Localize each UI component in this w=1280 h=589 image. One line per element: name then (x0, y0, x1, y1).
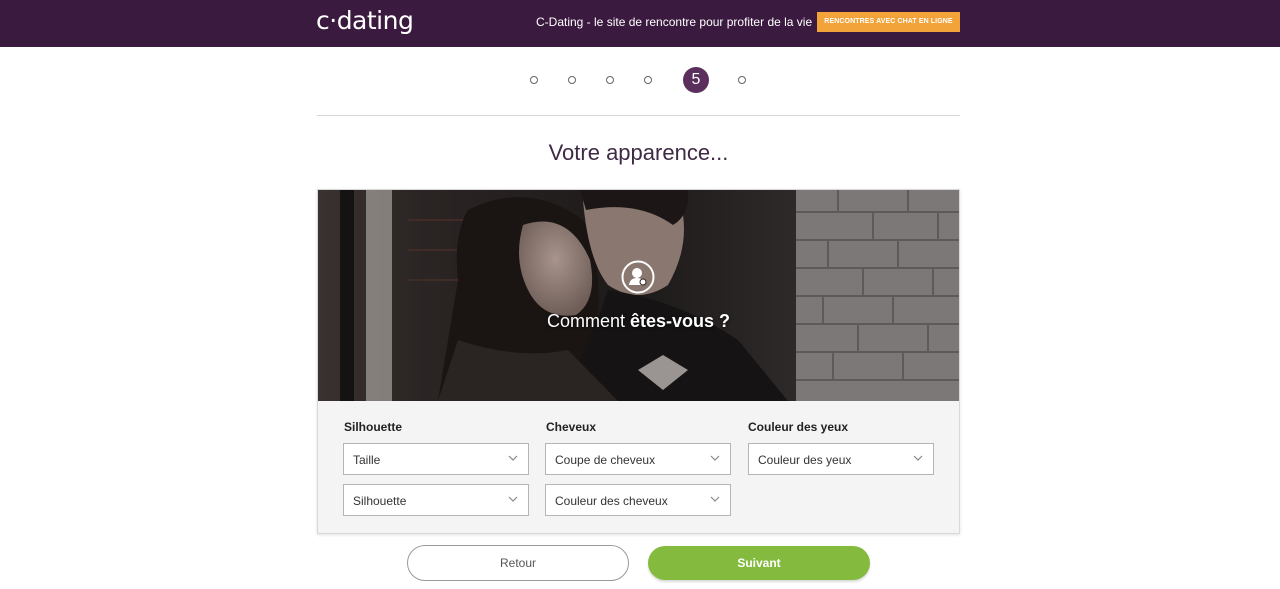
hero-question-prefix: Comment (546, 311, 630, 331)
height-select-value: Taille (353, 453, 381, 467)
couple-photo (318, 190, 959, 401)
haircut-select-value: Coupe de cheveux (555, 453, 656, 467)
step-1-dot (530, 76, 538, 84)
back-button[interactable]: Retour (407, 545, 629, 581)
chevron-down-icon (710, 455, 720, 461)
step-2-dot (568, 76, 576, 84)
user-profile-icon (621, 260, 655, 294)
step-6-dot (738, 76, 746, 84)
chevron-down-icon (913, 455, 923, 461)
silhouette-label: Silhouette (344, 420, 403, 434)
c-dating-logo[interactable]: c·dating (316, 6, 414, 35)
chevron-down-icon (508, 455, 518, 461)
site-tagline: C-Dating - le site de rencontre pour pro… (536, 15, 813, 29)
haircut-select[interactable]: Coupe de cheveux (545, 443, 731, 475)
hero-question-emphasis: êtes-vous ? (630, 311, 731, 331)
header-divider (317, 115, 960, 116)
next-button[interactable]: Suivant (648, 546, 870, 580)
page-title: Votre apparence... (548, 140, 729, 165)
silhouette-select-value: Silhouette (353, 494, 407, 508)
top-bar: c·dating C-Dating - le site de rencontre… (0, 0, 1280, 47)
hero-banner: Comment êtes-vous ? (318, 190, 959, 401)
current-step-indicator: 5 (683, 67, 709, 93)
eye-color-select[interactable]: Couleur des yeux (748, 443, 934, 475)
step-3-dot (606, 76, 614, 84)
height-select[interactable]: Taille (343, 443, 529, 475)
hair-label: Cheveux (546, 420, 597, 434)
hero-question: Comment êtes-vous ? (318, 311, 959, 332)
eye-color-label: Couleur des yeux (748, 420, 849, 434)
silhouette-select[interactable]: Silhouette (343, 484, 529, 516)
hair-color-select-value: Couleur des cheveux (555, 494, 668, 508)
chat-online-cta-button[interactable]: RENCONTRES AVEC CHAT EN LIGNE (817, 12, 960, 32)
progress-stepper: 5 (0, 67, 1280, 95)
step-4-dot (644, 76, 652, 84)
eye-color-select-value: Couleur des yeux (758, 453, 852, 467)
chevron-down-icon (710, 496, 720, 502)
hair-color-select[interactable]: Couleur des cheveux (545, 484, 731, 516)
chevron-down-icon (508, 496, 518, 502)
appearance-card: Comment êtes-vous ? Silhouette Taille Si… (317, 189, 960, 534)
